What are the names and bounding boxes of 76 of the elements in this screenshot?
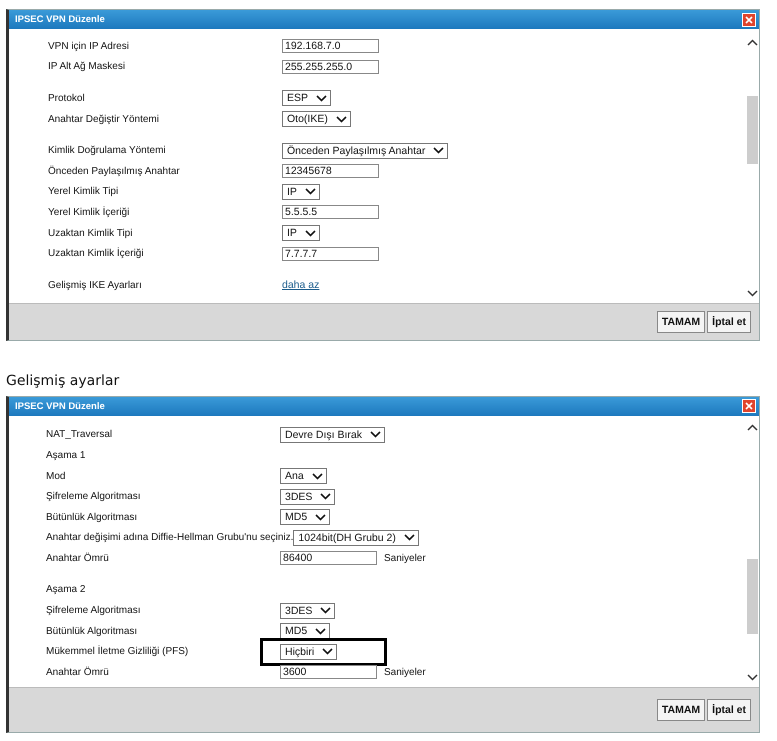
field-label: Uzaktan Kimlik Tipi [48, 228, 134, 239]
field-label: Bütünlük Algoritması [46, 626, 138, 637]
dropdown[interactable]: 3DES [280, 488, 336, 505]
toggle-link[interactable]: daha az [282, 279, 320, 292]
input-field[interactable]: 3600 [280, 665, 377, 680]
input-field[interactable]: 192.168.7.0 [282, 39, 379, 54]
chevron-down-icon [315, 514, 326, 521]
chevron-down-icon [320, 493, 332, 500]
chevron-down-icon [304, 230, 316, 237]
window-title: IPSEC VPN Düzenle [15, 14, 105, 25]
cancel-button[interactable]: İptal et [707, 310, 751, 333]
chevron-down-icon [315, 628, 326, 635]
scrollbar-thumb[interactable] [746, 558, 758, 634]
chevron-down-icon [312, 472, 323, 480]
chevron-down-icon [304, 188, 316, 196]
field-label: Şifreleme Algoritması [46, 605, 142, 616]
dropdown[interactable]: Oto(IKE) [282, 111, 351, 128]
dropdown[interactable]: Ana [280, 468, 327, 484]
group-heading: Aşama 2 [46, 584, 86, 596]
unit-label: Saniyeler [384, 552, 426, 564]
cancel-button[interactable]: İptal et [707, 698, 751, 721]
dropdown[interactable]: Hiçbiri [280, 644, 338, 660]
close-button[interactable] [742, 12, 756, 26]
window-title: IPSEC VPN Düzenle [15, 400, 105, 412]
field-label: Yerel Kimlik Tipi [48, 186, 120, 198]
field-label: IP Alt Ağ Maskesi [48, 61, 126, 72]
chevron-down-icon [336, 116, 347, 123]
chevron-down-icon [433, 147, 444, 154]
dropdown[interactable]: Devre Dışı Bırak [280, 426, 386, 443]
dropdown[interactable]: 3DES [280, 602, 336, 619]
field-label: Mod [46, 470, 66, 482]
field-label: VPN için IP Adresi [48, 40, 130, 52]
scrollbar-thumb[interactable] [746, 96, 758, 164]
field-label: Önceden Paylaşılmış Anahtar [48, 166, 181, 177]
field-label: NAT_Traversal [46, 429, 114, 440]
ok-button[interactable]: TAMAM [656, 698, 706, 721]
chevron-down-icon [322, 648, 334, 656]
dropdown[interactable]: ESP [282, 90, 332, 106]
input-field[interactable]: 86400 [280, 551, 377, 566]
input-field[interactable]: 12345678 [282, 164, 379, 178]
field-label: Protokol [48, 92, 86, 104]
field-label: Anahtar Değiştir Yöntemi [48, 114, 160, 125]
group-heading: Aşama 1 [46, 450, 86, 461]
input-field[interactable]: 7.7.7.7 [282, 246, 379, 261]
field-label: Anahtar Ömrü [46, 666, 110, 678]
scroll-up-icon[interactable] [746, 39, 758, 46]
ok-button[interactable]: TAMAM [656, 310, 706, 333]
dropdown[interactable]: Önceden Paylaşılmış Anahtar [282, 142, 448, 159]
input-field[interactable]: 255.255.255.0 [282, 60, 379, 74]
close-button[interactable] [742, 399, 756, 414]
field-label: Anahtar değişimi adına Diffie-Hellman Grubu'nu seçiniz. [46, 532, 294, 544]
dropdown[interactable]: IP [282, 225, 320, 242]
chevron-down-icon [320, 607, 332, 614]
field-label: Kimlik Doğrulama Yöntemi [48, 145, 167, 156]
unit-label: Saniyeler [384, 666, 426, 678]
chevron-down-icon [370, 431, 382, 438]
field-label: Anahtar Ömrü [46, 552, 110, 564]
close-icon [745, 16, 753, 24]
scroll-down-icon[interactable] [746, 674, 758, 681]
chevron-down-icon [404, 534, 415, 542]
dropdown[interactable]: IP [282, 184, 320, 200]
section-heading: Gelişmiş ayarlar [6, 372, 120, 389]
input-field[interactable]: 5.5.5.5 [282, 205, 379, 220]
scroll-up-icon[interactable] [746, 424, 758, 431]
field-label: Bütünlük Algoritması [46, 512, 138, 523]
field-label: Uzaktan Kimlik İçeriği [48, 248, 145, 260]
field-label: Yerel Kimlik İçeriği [48, 206, 130, 218]
close-icon [745, 402, 753, 410]
dropdown[interactable]: MD5 [280, 509, 330, 526]
field-label: Gelişmiş IKE Ayarları [48, 280, 143, 291]
scroll-down-icon[interactable] [746, 290, 758, 297]
dropdown[interactable]: MD5 [280, 623, 330, 640]
dropdown[interactable]: 1024bit(DH Grubu 2) [293, 530, 419, 546]
field-label: Mükemmel İletme Gizliliği (PFS) [46, 646, 190, 658]
field-label: Şifreleme Algoritması [46, 491, 142, 502]
chevron-down-icon [316, 94, 328, 102]
